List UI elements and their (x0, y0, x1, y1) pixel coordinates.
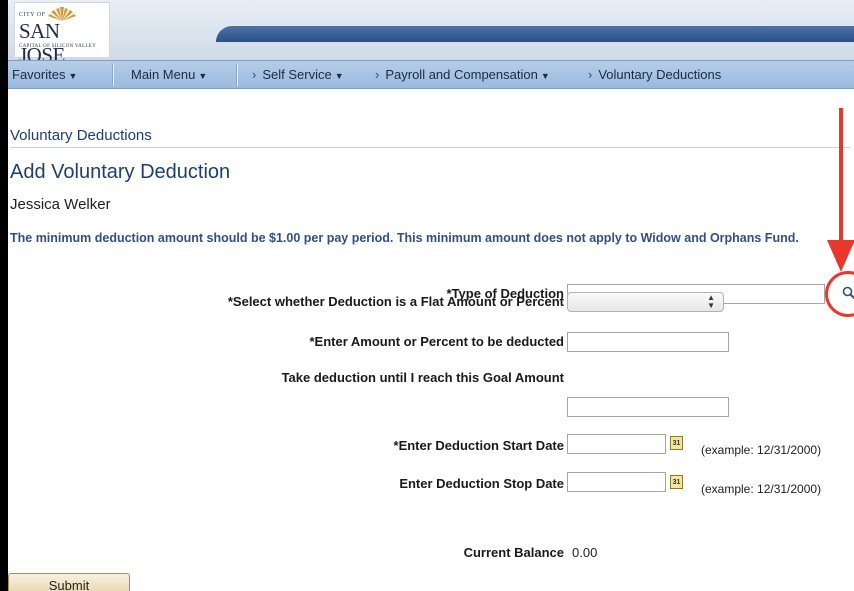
section-title: Voluntary Deductions (10, 127, 152, 144)
nav-divider (112, 64, 114, 86)
caret-down-icon: ▼ (334, 71, 344, 81)
submit-button[interactable]: Submit (8, 573, 130, 591)
chevron-right-icon: › (375, 67, 380, 82)
start-date-input[interactable] (567, 434, 666, 454)
nav-self-service[interactable]: › Self Service ▼ (252, 67, 344, 82)
caret-down-icon: ▼ (198, 71, 208, 81)
stop-date-example: (example: 12/31/2000) (701, 482, 822, 496)
divider (10, 147, 850, 148)
nav-payroll-label: Payroll and Compensation (385, 67, 538, 82)
page-title: Add Voluntary Deduction (10, 161, 231, 183)
nav-self-service-label: Self Service (262, 67, 332, 82)
logo-tagline: CAPITAL OF SILICON VALLEY (19, 44, 97, 49)
employee-name: Jessica Welker (10, 196, 111, 213)
nav-favorites[interactable]: Favorites ▼ (12, 67, 77, 82)
nav-main-menu-label: Main Menu (131, 67, 196, 82)
amount-label: *Enter Amount or Percent to be deducted (309, 334, 565, 349)
annotation-arrow-head (827, 240, 854, 272)
up-down-chevron-icon: ▲ ▼ (707, 293, 715, 310)
nav-payroll[interactable]: › Payroll and Compensation ▼ (375, 67, 550, 82)
stop-date-label: Enter Deduction Stop Date (399, 476, 564, 491)
current-balance-value: 0.00 (572, 545, 598, 560)
banner-bar (216, 26, 854, 42)
logo-city-of: CITY OF (19, 12, 46, 18)
nav-divider (236, 64, 238, 86)
nav-voluntary-deductions[interactable]: › Voluntary Deductions (588, 67, 721, 82)
goal-amount-input[interactable] (567, 397, 729, 417)
caret-down-icon: ▼ (68, 71, 78, 81)
flat-or-percent-label: *Select whether Deduction is a Flat Amou… (227, 294, 564, 309)
nav-current-label: Voluntary Deductions (598, 67, 722, 82)
flat-or-percent-select[interactable]: ▲ ▼ (567, 292, 724, 312)
start-date-example: (example: 12/31/2000) (701, 443, 822, 457)
amount-input[interactable] (567, 332, 729, 352)
current-balance-label: Current Balance (463, 545, 564, 560)
header-banner: CITY OF SAN JOSE CAPITAL OF SILICON VALL… (8, 0, 854, 67)
annotation-circle (825, 271, 854, 317)
annotation-arrow-shaft (839, 108, 843, 246)
stop-date-input[interactable] (567, 472, 666, 492)
city-logo: CITY OF SAN JOSE CAPITAL OF SILICON VALL… (14, 2, 110, 67)
nav-favorites-label: Favorites (12, 67, 66, 82)
calendar-icon[interactable]: 31 (670, 436, 683, 450)
minimum-notice: The minimum deduction amount should be $… (10, 231, 799, 245)
caret-down-icon: ▼ (540, 71, 550, 81)
page: CITY OF SAN JOSE CAPITAL OF SILICON VALL… (8, 0, 854, 591)
nav-main-menu[interactable]: Main Menu ▼ (131, 67, 207, 82)
chevron-right-icon: › (588, 67, 593, 82)
goal-amount-label: Take deduction until I reach this Goal A… (281, 370, 564, 385)
calendar-icon[interactable]: 31 (670, 475, 683, 489)
start-date-label: *Enter Deduction Start Date (393, 438, 564, 453)
navigation-bar: Favorites ▼ Main Menu ▼ › Self Service ▼ › Pa… (8, 60, 854, 89)
chevron-right-icon: › (252, 67, 257, 82)
